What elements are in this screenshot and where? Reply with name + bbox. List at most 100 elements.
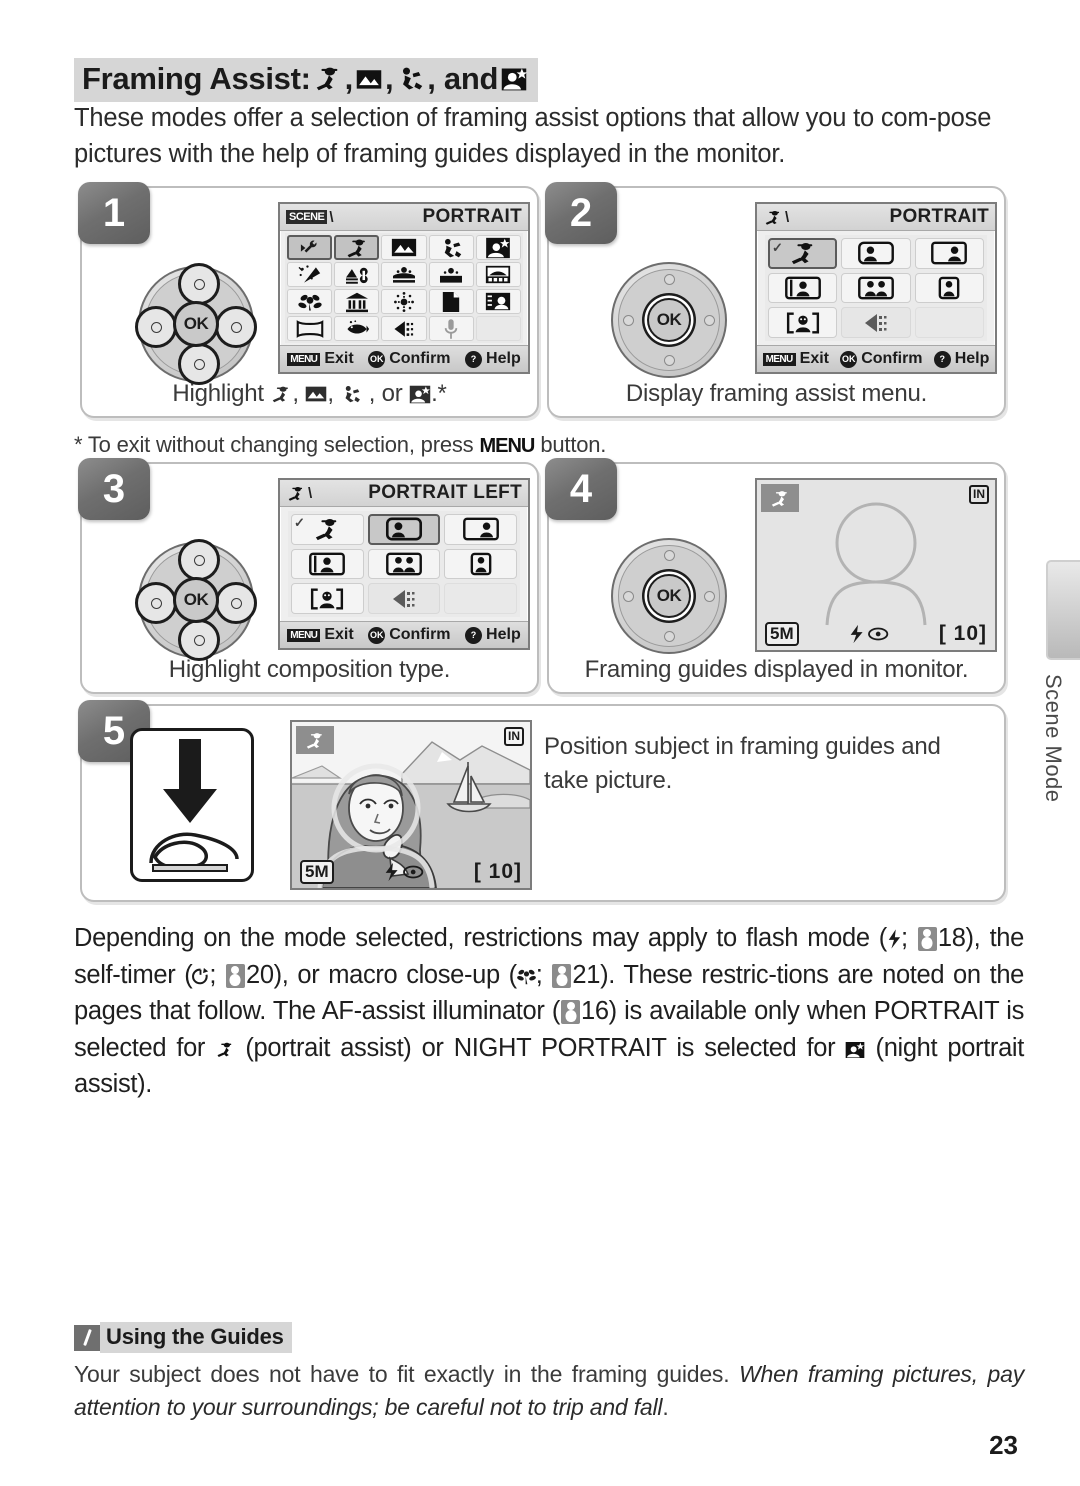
shots-remaining: [ 10] <box>938 622 987 645</box>
macro-close-up-icon <box>516 961 536 989</box>
memory-indicator: IN <box>504 727 524 746</box>
ok-button[interactable]: OK <box>173 577 219 623</box>
fa-cell-empty <box>914 307 984 338</box>
note-header: Using the Guides <box>74 1322 292 1353</box>
night-portrait-assist-icon <box>845 1034 865 1062</box>
shutter-press-down-icon <box>130 728 254 882</box>
rocker-left-button[interactable] <box>135 306 177 348</box>
scene-cell-landscape-assist-icon[interactable] <box>381 235 427 260</box>
scene-cell-sunset-icon[interactable] <box>428 262 474 287</box>
monitor-status-bar-step5: 5M [ 10] <box>292 859 530 885</box>
page-title: Framing Assist: , , , and <box>74 58 539 102</box>
rocker-left-button[interactable] <box>135 582 177 624</box>
scene-cell-sport-assist-icon[interactable] <box>428 235 474 260</box>
rocker-up-button[interactable] <box>178 539 220 581</box>
image-size-badge: 5M <box>300 860 334 884</box>
scene-cell-setup-wrench-icon[interactable] <box>287 235 333 260</box>
lcd-confirm-step1[interactable]: OK Confirm <box>368 350 451 368</box>
fa-cell-portrait-couple-icon[interactable] <box>367 548 441 580</box>
fa-cell-portrait-assist-icon[interactable]: ✓ <box>291 514 364 545</box>
scene-cell-underwater-icon[interactable] <box>334 316 380 341</box>
lcd-exit-step2[interactable]: MENU Exit <box>762 350 829 368</box>
title-and: , and <box>427 61 499 96</box>
rocker-right-button[interactable] <box>215 306 257 348</box>
fa-cell-color-options-icon[interactable] <box>367 583 441 614</box>
step-card-5: 5 IN 5M [10] Position subject in framin… <box>78 700 1006 902</box>
rocker-right-button[interactable] <box>215 582 257 624</box>
scene-cell-beach-snow-icon[interactable] <box>381 262 427 287</box>
menu-key-badge: MENU <box>762 352 796 366</box>
portrait-assist-icon <box>313 64 343 94</box>
scene-cell-color-options-icon[interactable] <box>381 316 427 341</box>
fa-cell-portrait-close-up-icon[interactable] <box>291 548 364 580</box>
scene-cell-museum-icon[interactable] <box>334 289 380 314</box>
fa-cell-portrait-right-icon[interactable] <box>444 514 517 545</box>
title-highlight-band: Framing Assist: , , , and <box>74 58 539 102</box>
step-card-3: 3 OK \ PORTRAIT LEFT ✓ MENU Exit OK Conf… <box>78 458 539 694</box>
fa-cell-portrait-left-icon[interactable] <box>841 238 911 269</box>
fa-cell-portrait-assist-icon[interactable]: ✓ <box>768 238 838 269</box>
multi-selector-step2[interactable]: OK <box>611 262 727 378</box>
framing-assist-grid-step3[interactable]: ✓ <box>288 511 520 617</box>
fa-cell-portrait-figure-icon[interactable] <box>444 548 517 580</box>
footnote-prefix: * To exit without changing selection, pr… <box>74 432 474 457</box>
fa-cell-portrait-figure-icon[interactable] <box>914 272 984 304</box>
rocker-down-button[interactable] <box>178 619 220 661</box>
scene-cell-copy-icon[interactable] <box>428 289 474 314</box>
rocker-up-dot <box>664 550 675 561</box>
ok-button[interactable]: OK <box>647 298 691 342</box>
pencil-icon <box>74 1324 100 1351</box>
scene-cell-back-light-icon[interactable] <box>475 289 521 314</box>
lcd-help-step3[interactable]: ? Help <box>465 626 521 644</box>
lcd-exit-step3[interactable]: MENU Exit <box>287 626 354 644</box>
multi-selector-step3[interactable]: OK <box>135 539 257 661</box>
lcd-exit-step1[interactable]: MENU Exit <box>287 350 354 368</box>
scene-cell-fireworks-icon[interactable] <box>381 289 427 314</box>
reference-book-icon <box>917 927 937 951</box>
fa-cell-color-options-icon[interactable] <box>841 307 911 338</box>
fa-cell-portrait-left-icon[interactable] <box>367 514 441 545</box>
scene-cell-portrait-assist-icon[interactable] <box>334 235 380 260</box>
step-card-4: 4 OK IN 5M [10] Framing guides displaye… <box>545 458 1006 694</box>
scene-cell-party-indoor-icon[interactable] <box>287 262 333 287</box>
lcd-help-step2[interactable]: ? Help <box>933 350 989 368</box>
flash-icon <box>887 924 901 952</box>
scene-cell-voice-recording-icon[interactable] <box>428 316 474 341</box>
rocker-left-dot <box>623 591 634 602</box>
checkmark-icon: ✓ <box>772 240 783 255</box>
scene-cell-night-landscape-icon[interactable] <box>334 262 380 287</box>
night-portrait-assist-icon <box>409 380 431 407</box>
lcd-confirm-step3[interactable]: OK Confirm <box>368 626 451 644</box>
ok-key-badge: OK <box>840 350 858 368</box>
rocker-down-button[interactable] <box>178 343 220 385</box>
rocker-up-button[interactable] <box>178 263 220 305</box>
scene-cell-close-up-icon[interactable] <box>287 289 333 314</box>
mode-icon-step3: \ <box>286 485 312 502</box>
sport-assist-icon <box>340 380 362 407</box>
scene-cell-panorama-assist-icon[interactable] <box>287 316 333 341</box>
framing-assist-grid-step2[interactable]: ✓ <box>765 235 987 341</box>
lcd-help-step1[interactable]: ? Help <box>465 350 521 368</box>
fa-cell-portrait-close-up-icon[interactable] <box>768 272 838 304</box>
multi-selector-step4[interactable]: OK <box>611 538 727 654</box>
multi-selector-step1[interactable]: OK <box>135 263 257 385</box>
step-caption-5: Position subject in framing guides and t… <box>544 730 984 798</box>
fa-cell-empty <box>444 583 517 614</box>
help-key-badge: ? <box>465 626 483 644</box>
ok-button[interactable]: OK <box>647 574 691 618</box>
fa-cell-portrait-face-icon[interactable] <box>291 583 364 614</box>
scene-cell-dusk-dawn-icon[interactable] <box>475 262 521 287</box>
fa-cell-portrait-face-icon[interactable] <box>768 307 838 338</box>
note-text-end: . <box>662 1394 669 1420</box>
ok-key-badge: OK <box>368 626 386 644</box>
fa-cell-portrait-right-icon[interactable] <box>914 238 984 269</box>
note-body: Your subject does not have to fit exactl… <box>74 1358 1024 1424</box>
scene-menu-grid[interactable] <box>285 233 523 343</box>
lcd-footer-step3: MENU Exit OK Confirm ? Help <box>280 621 528 648</box>
lcd-confirm-step2[interactable]: OK Confirm <box>840 350 923 368</box>
fa-cell-portrait-couple-icon[interactable] <box>841 272 911 304</box>
scene-cell-night-portrait-assist-icon[interactable] <box>475 235 521 260</box>
ok-button[interactable]: OK <box>173 301 219 347</box>
side-tab: Scene Mode <box>1034 560 1080 803</box>
page-number: 23 <box>989 1430 1018 1460</box>
